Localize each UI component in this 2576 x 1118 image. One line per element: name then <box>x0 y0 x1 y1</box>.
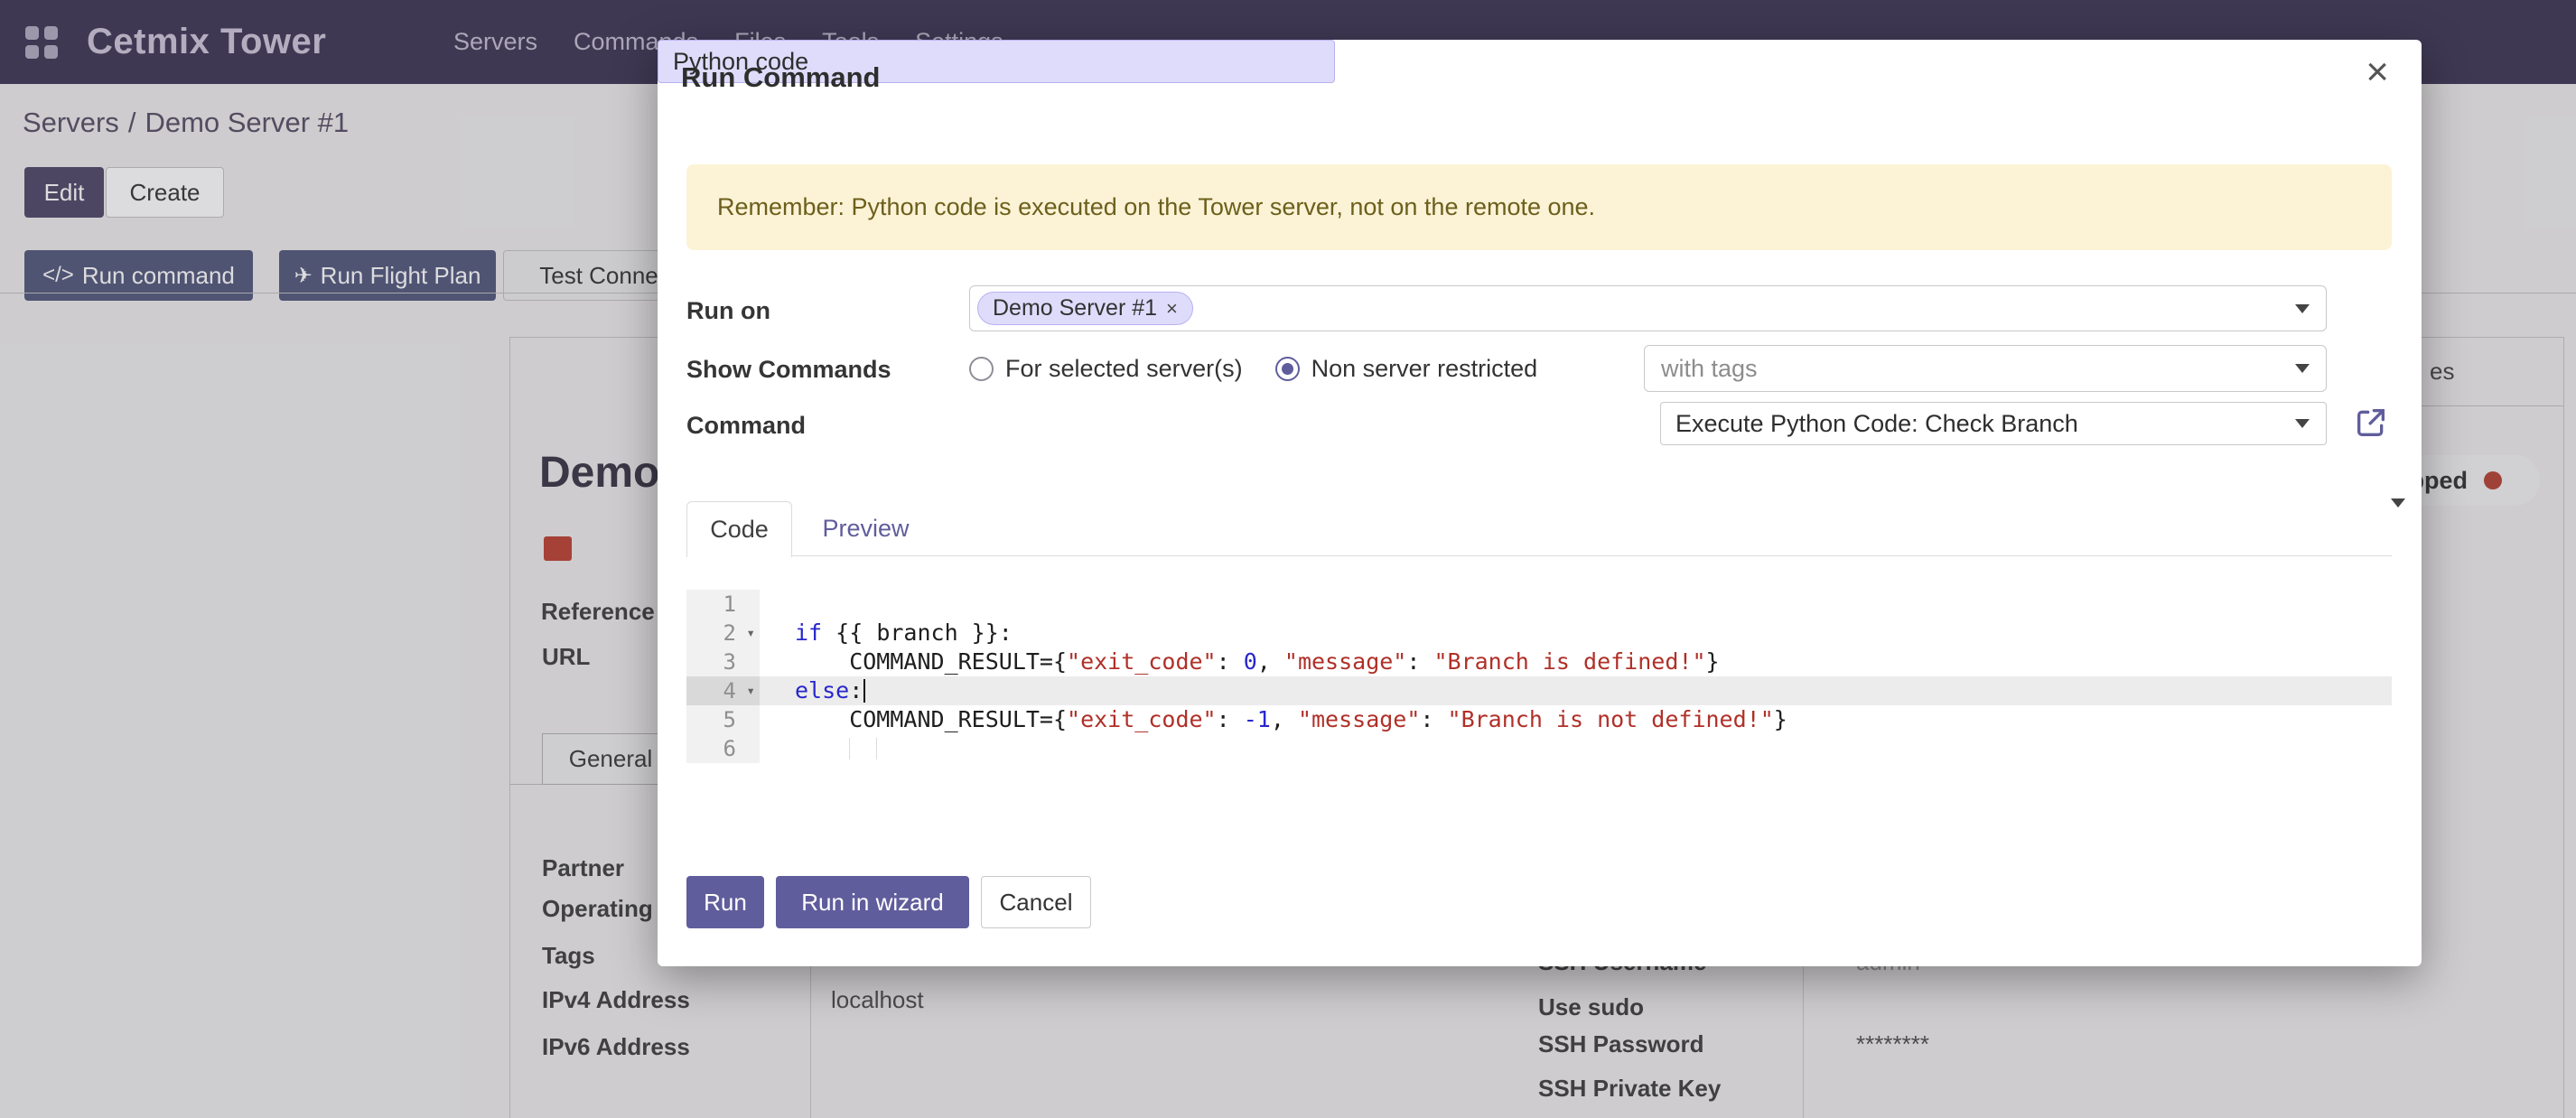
editor-line-number[interactable]: 6 <box>686 734 760 763</box>
code-token: "Branch is defined!" <box>1433 648 1705 675</box>
editor-code-line[interactable]: COMMAND_RESULT={"exit_code": 0, "message… <box>760 648 2392 676</box>
fold-arrow-icon[interactable]: ▾ <box>746 619 755 648</box>
code-token: : <box>1217 706 1244 732</box>
code-token: , <box>1271 706 1298 732</box>
run-in-wizard-button[interactable]: Run in wizard <box>776 876 969 928</box>
editor-line-number[interactable]: 2▾ <box>686 619 760 648</box>
chevron-down-icon <box>2295 419 2310 428</box>
code-token: COMMAND_RESULT={ <box>795 648 1067 675</box>
tab-preview[interactable]: Preview <box>792 501 939 556</box>
show-commands-label: Show Commands <box>686 356 891 384</box>
editor-code-line[interactable]: COMMAND_RESULT={"exit_code": -1, "messag… <box>760 705 2392 734</box>
editor-gutter: 12▾34▾56 <box>686 590 760 763</box>
radio-selected-icon[interactable] <box>1275 357 1300 381</box>
editor-line-number[interactable]: 5 <box>686 705 760 734</box>
radio-icon[interactable] <box>969 357 994 381</box>
dialog-footer: Run Run in wizard Cancel <box>686 876 1091 928</box>
code-token: } <box>1706 648 1720 675</box>
radio-label: Non server restricted <box>1311 355 1538 383</box>
code-token: : <box>1420 706 1447 732</box>
dialog-title: Run Command <box>681 61 880 94</box>
code-token: : <box>849 677 863 703</box>
chevron-down-icon <box>2391 498 2405 508</box>
cancel-button[interactable]: Cancel <box>981 876 1091 928</box>
radio-for-selected-servers[interactable]: For selected server(s) <box>969 355 1243 383</box>
indent-guide <box>876 738 877 759</box>
editor-code-line[interactable] <box>760 590 2392 619</box>
code-token: {{ branch }}: <box>822 620 1013 646</box>
code-editor[interactable]: 12▾34▾56 if {{ branch }}: COMMAND_RESULT… <box>686 590 2392 765</box>
chevron-down-icon <box>2295 364 2310 373</box>
code-token: } <box>1774 706 1787 732</box>
code-token: COMMAND_RESULT={ <box>795 706 1067 732</box>
show-commands-radio-group: For selected server(s) Non server restri… <box>969 345 1537 392</box>
editor-line-number[interactable]: 3 <box>686 648 760 676</box>
server-tag-label: Demo Server #1 <box>993 295 1157 321</box>
run-command-dialog: Run Command × Remember: Python code is e… <box>658 40 2422 966</box>
editor-code: if {{ branch }}: COMMAND_RESULT={"exit_c… <box>760 590 2392 763</box>
code-token: "message" <box>1298 706 1420 732</box>
radio-label: For selected server(s) <box>1005 355 1243 383</box>
chevron-down-icon <box>2295 304 2310 313</box>
code-token: 0 <box>1244 648 1257 675</box>
editor-code-line[interactable]: if {{ branch }}: <box>760 619 2392 648</box>
radio-non-server-restricted[interactable]: Non server restricted <box>1275 355 1538 383</box>
run-on-select[interactable]: Demo Server #1 × <box>969 285 2327 331</box>
text-cursor <box>863 679 865 703</box>
code-token: : <box>1406 648 1433 675</box>
run-on-label: Run on <box>686 297 770 325</box>
code-token: else <box>795 677 849 703</box>
editor-code-line[interactable]: else: <box>760 676 2392 705</box>
code-token: -1 <box>1244 706 1271 732</box>
with-tags-placeholder: with tags <box>1661 355 1758 383</box>
code-token: "exit_code" <box>1067 648 1217 675</box>
editor-tabs: Code Preview <box>686 501 2392 556</box>
editor-code-line[interactable] <box>760 734 2392 763</box>
run-button[interactable]: Run <box>686 876 764 928</box>
code-token: , <box>1257 648 1284 675</box>
fold-arrow-icon[interactable]: ▾ <box>746 676 755 705</box>
indent-guide <box>849 738 850 759</box>
with-tags-select[interactable]: with tags <box>1644 345 2327 392</box>
warning-alert: Remember: Python code is executed on the… <box>686 164 2392 250</box>
command-select[interactable]: Execute Python Code: Check Branch <box>1660 402 2327 445</box>
server-tag[interactable]: Demo Server #1 × <box>977 292 1193 325</box>
editor-line-number[interactable]: 4▾ <box>686 676 760 705</box>
code-token: : <box>1217 648 1244 675</box>
command-value: Execute Python Code: Check Branch <box>1675 410 2078 438</box>
code-token: "message" <box>1284 648 1406 675</box>
editor-line-number[interactable]: 1 <box>686 590 760 619</box>
tag-remove-icon[interactable]: × <box>1166 297 1178 321</box>
tab-code[interactable]: Code <box>686 501 792 557</box>
code-token: "exit_code" <box>1067 706 1217 732</box>
command-label: Command <box>686 412 806 440</box>
code-token: if <box>795 620 822 646</box>
code-token: "Branch is not defined!" <box>1448 706 1774 732</box>
close-icon[interactable]: × <box>2366 52 2389 92</box>
external-link-icon[interactable] <box>2353 405 2389 441</box>
